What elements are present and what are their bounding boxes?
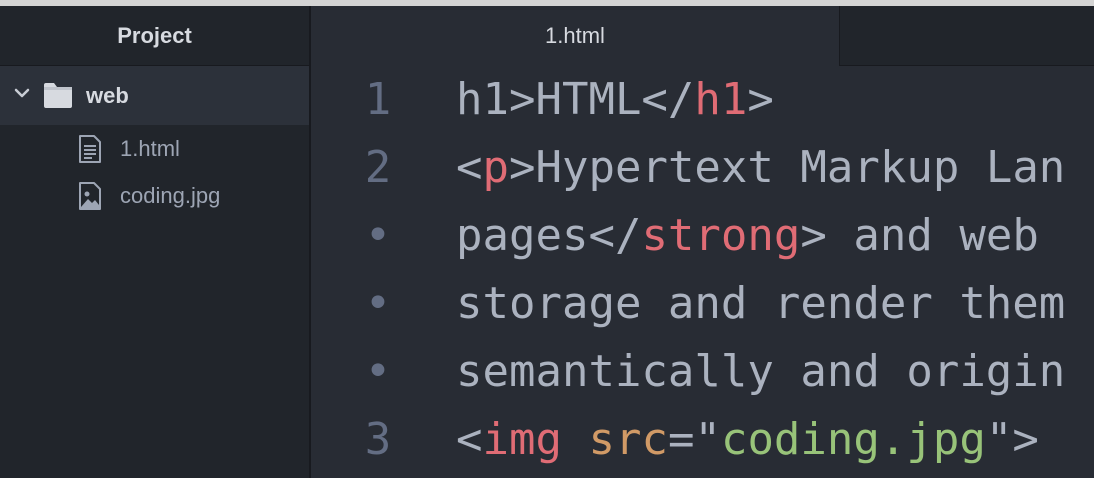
code-token: h1 <box>694 74 748 125</box>
file-text-icon <box>79 135 101 163</box>
code-editor[interactable]: 1 h1>HTML</h1> 2 <p>Hypertext Markup Lan • pa… <box>313 66 1094 478</box>
tab-label: 1.html <box>545 23 605 48</box>
code-text: pages</strong> and web <box>456 202 1039 270</box>
tab-bar-empty-area[interactable] <box>840 6 1094 66</box>
code-token: storage and render them <box>456 278 1066 329</box>
line-number: • <box>364 278 392 329</box>
code-token: src <box>588 414 668 465</box>
code-token: p <box>482 142 510 193</box>
code-token: h1 <box>456 74 509 125</box>
editor-window: Project web 1.html coding.jpg 1.html 1 h… <box>0 0 1094 478</box>
folder-label: web <box>86 83 129 108</box>
tab-1-html[interactable]: 1.html <box>311 6 840 66</box>
code-line[interactable]: 1 h1>HTML</h1> <box>313 66 1094 134</box>
code-token: < <box>456 142 483 193</box>
code-token: < <box>456 414 483 465</box>
code-token: pages</ <box>456 210 642 261</box>
tree-folder-web[interactable]: web <box>0 66 309 125</box>
tree-file-1-html[interactable]: 1.html <box>0 125 309 172</box>
tab-bar: 1.html <box>311 6 1094 66</box>
code-line[interactable]: • pages</strong> and web <box>313 202 1094 270</box>
line-number: 3 <box>364 414 392 465</box>
code-token: coding.jpg <box>720 414 986 465</box>
code-token: > and web <box>800 210 1039 261</box>
code-token: > <box>747 74 774 125</box>
line-number: • <box>364 346 392 397</box>
code-line[interactable]: 2 <p>Hypertext Markup Lan <box>313 134 1094 202</box>
code-text: semantically and origin <box>456 338 1065 406</box>
line-number: 1 <box>364 74 392 125</box>
line-number: • <box>364 210 392 261</box>
file-image-icon <box>79 182 101 210</box>
code-token: >HTML</ <box>508 74 695 125</box>
code-token: "> <box>985 414 1039 465</box>
code-token: strong <box>641 210 801 261</box>
code-line[interactable]: 3 <img src="coding.jpg"> <box>313 406 1094 474</box>
code-token: semantically and origin <box>456 346 1066 397</box>
code-token: img <box>482 414 562 465</box>
code-token: >Hypertext Markup Lan <box>509 142 1066 193</box>
code-text: h1>HTML</h1> <box>456 66 774 134</box>
file-label: coding.jpg <box>120 183 221 208</box>
code-token: =" <box>667 414 721 465</box>
code-line[interactable]: • storage and render them <box>313 270 1094 338</box>
code-text: <p>Hypertext Markup Lan <box>456 134 1065 202</box>
sidebar-title[interactable]: Project <box>0 6 309 66</box>
code-text: storage and render them <box>456 270 1065 338</box>
code-text: <img src="coding.jpg"> <box>456 406 1039 474</box>
tree-file-coding-jpg[interactable]: coding.jpg <box>0 172 309 219</box>
file-label: 1.html <box>120 136 180 161</box>
chevron-down-icon[interactable] <box>12 83 32 103</box>
folder-icon <box>44 83 72 108</box>
code-line[interactable]: • semantically and origin <box>313 338 1094 406</box>
project-sidebar: Project web 1.html coding.jpg <box>0 6 311 478</box>
line-number: 2 <box>364 142 392 193</box>
